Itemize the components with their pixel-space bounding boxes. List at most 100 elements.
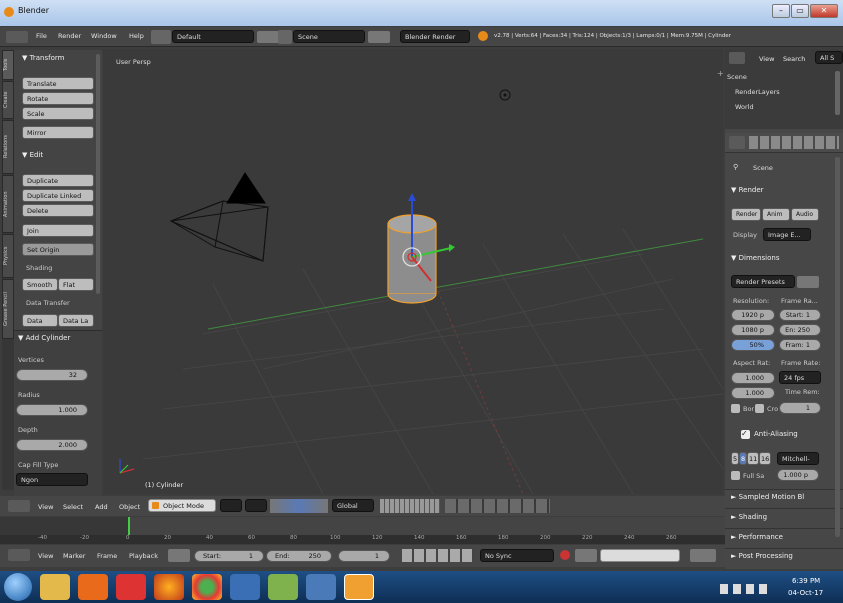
radius-field[interactable]: 1.000 — [16, 404, 88, 416]
pivot-select[interactable] — [245, 499, 267, 512]
app-icon[interactable] — [268, 574, 298, 600]
mirror-button[interactable]: Mirror — [22, 126, 94, 139]
set-origin-dropdown[interactable]: Set Origin — [22, 243, 94, 256]
close-button[interactable]: ✕ — [810, 4, 838, 18]
editor-type-icon[interactable] — [8, 500, 30, 512]
render-button[interactable]: Render — [731, 208, 761, 221]
shading-select[interactable] — [220, 499, 242, 512]
snapping-tools[interactable] — [445, 499, 550, 513]
3d-viewport[interactable]: User Persp (1) Cylinder + — [103, 49, 723, 494]
editor-type-icon[interactable] — [8, 549, 30, 561]
anti-aliasing-checkbox[interactable]: ✓ — [741, 430, 750, 439]
screen-layout-field[interactable]: Default — [172, 30, 254, 43]
viewport-menu-view[interactable]: View — [38, 503, 53, 511]
editor-type-icon[interactable] — [729, 136, 745, 149]
flat-button[interactable]: Flat — [58, 278, 94, 291]
post-processing-panel-header[interactable]: ► Post Processing — [731, 552, 793, 560]
start-frame-field[interactable]: Start: 1 — [194, 550, 264, 562]
menu-file[interactable]: File — [36, 32, 47, 40]
properties-context-buttons[interactable] — [749, 136, 839, 149]
viewport-menu-object[interactable]: Object — [119, 503, 140, 511]
aa-samples-8[interactable]: 8 — [739, 452, 747, 465]
timeline-menu-marker[interactable]: Marker — [63, 552, 85, 560]
duplicate-button[interactable]: Duplicate — [22, 174, 94, 187]
edit-panel-header[interactable]: ▼ Edit — [22, 151, 43, 159]
data-transfer-button[interactable]: Data — [22, 314, 58, 327]
dimensions-panel-header[interactable]: ▼ Dimensions — [731, 254, 779, 262]
frame-rate-select[interactable]: 24 fps — [779, 371, 821, 384]
menu-help[interactable]: Help — [129, 32, 144, 40]
viewport-menu-add[interactable]: Add — [95, 503, 108, 511]
outliner-item-scene[interactable]: Scene — [727, 73, 747, 81]
sampled-motion-blur-panel-header[interactable]: ► Sampled Motion Bl — [731, 493, 804, 501]
aa-samples-11[interactable]: 11 — [747, 452, 759, 465]
tab-physics[interactable]: Physics — [2, 234, 14, 278]
outliner-scrollbar[interactable] — [835, 71, 840, 115]
vertices-field[interactable]: 32 — [16, 369, 88, 381]
resolution-y-field[interactable]: 1080 p — [731, 324, 775, 336]
start-frame-prop-field[interactable]: Start: 1 — [779, 309, 821, 321]
media-player-icon[interactable] — [78, 574, 108, 600]
clock-date[interactable]: 04-Oct-17 — [788, 589, 823, 597]
security-app-icon[interactable] — [116, 574, 146, 600]
tab-animation[interactable]: Animation — [2, 175, 14, 233]
aspect-y-field[interactable]: 1.000 — [731, 387, 775, 399]
properties-scrollbar[interactable] — [835, 157, 840, 537]
duplicate-linked-button[interactable]: Duplicate Linked — [22, 189, 94, 202]
end-frame-prop-field[interactable]: En: 250 — [779, 324, 821, 336]
timeline-menu-frame[interactable]: Frame — [97, 552, 117, 560]
lamp-object[interactable] — [499, 89, 511, 101]
java-icon[interactable] — [230, 574, 260, 600]
depth-field[interactable]: 2.000 — [16, 439, 88, 451]
anti-aliasing-panel-header[interactable]: Anti-Aliasing — [754, 430, 798, 438]
aa-filter-size-field[interactable]: 1.000 p — [777, 469, 819, 481]
chrome-icon[interactable] — [192, 574, 222, 600]
delete-button[interactable]: Delete — [22, 204, 94, 217]
range-buttons[interactable] — [168, 549, 190, 562]
operator-panel-header[interactable]: ▼ Add Cylinder — [18, 334, 70, 342]
resolution-percentage-field[interactable]: 50% — [731, 339, 775, 351]
camera-object[interactable] — [169, 172, 269, 262]
aa-filter-select[interactable]: Mitchell- — [777, 452, 819, 465]
audio-button[interactable]: Audio — [791, 208, 819, 221]
keying-buttons[interactable] — [575, 549, 597, 562]
timeline-editor[interactable]: -40 -20 0 20 40 60 80 100 120 140 160 18… — [0, 517, 725, 544]
playback-controls[interactable] — [402, 549, 474, 562]
manipulator-buttons[interactable] — [270, 499, 328, 513]
full-sample-checkbox[interactable] — [731, 471, 740, 480]
editor-type-icon[interactable] — [729, 52, 745, 64]
blender-taskbar-icon[interactable] — [344, 574, 374, 600]
scale-button[interactable]: Scale — [22, 107, 94, 120]
outliner-item-world[interactable]: World — [735, 103, 754, 111]
maximize-button[interactable]: ▭ — [791, 4, 809, 18]
minimize-button[interactable]: – — [772, 4, 790, 18]
tab-create[interactable]: Create — [2, 81, 14, 119]
editor-type-icon[interactable] — [6, 31, 28, 43]
frame-step-field[interactable]: Fram: 1 — [779, 339, 821, 351]
shading-panel-header[interactable]: ► Shading — [731, 513, 767, 521]
transform-orientation-select[interactable]: Global — [332, 499, 374, 512]
current-frame-field[interactable]: 1 — [338, 550, 390, 562]
join-button[interactable]: Join — [22, 224, 94, 237]
tab-relations[interactable]: Relations — [2, 120, 14, 174]
insert-keyframe-buttons[interactable] — [690, 549, 716, 562]
end-frame-field[interactable]: End: 250 — [266, 550, 332, 562]
layout-grid-icon[interactable] — [151, 30, 171, 44]
clock-time[interactable]: 6:39 PM — [792, 577, 820, 585]
firefox-icon[interactable] — [154, 574, 184, 600]
outliner-menu-search[interactable]: Search — [783, 55, 805, 63]
outliner-filter-select[interactable]: All S — [815, 51, 843, 64]
aspect-x-field[interactable]: 1.000 — [731, 372, 775, 384]
current-frame-marker[interactable] — [128, 517, 130, 535]
animation-button[interactable]: Anim — [762, 208, 790, 221]
display-select[interactable]: Image E... — [763, 228, 811, 241]
tool-shelf-scrollbar[interactable] — [96, 54, 100, 294]
scene-icon[interactable] — [278, 30, 292, 44]
crop-checkbox[interactable] — [755, 404, 764, 413]
tab-tools[interactable]: Tools — [2, 50, 14, 80]
smooth-button[interactable]: Smooth — [22, 278, 58, 291]
timeline-menu-playback[interactable]: Playback — [129, 552, 158, 560]
render-engine-select[interactable]: Blender Render — [400, 30, 470, 43]
aa-samples-16[interactable]: 16 — [759, 452, 771, 465]
cap-fill-select[interactable]: Ngon — [16, 473, 88, 486]
